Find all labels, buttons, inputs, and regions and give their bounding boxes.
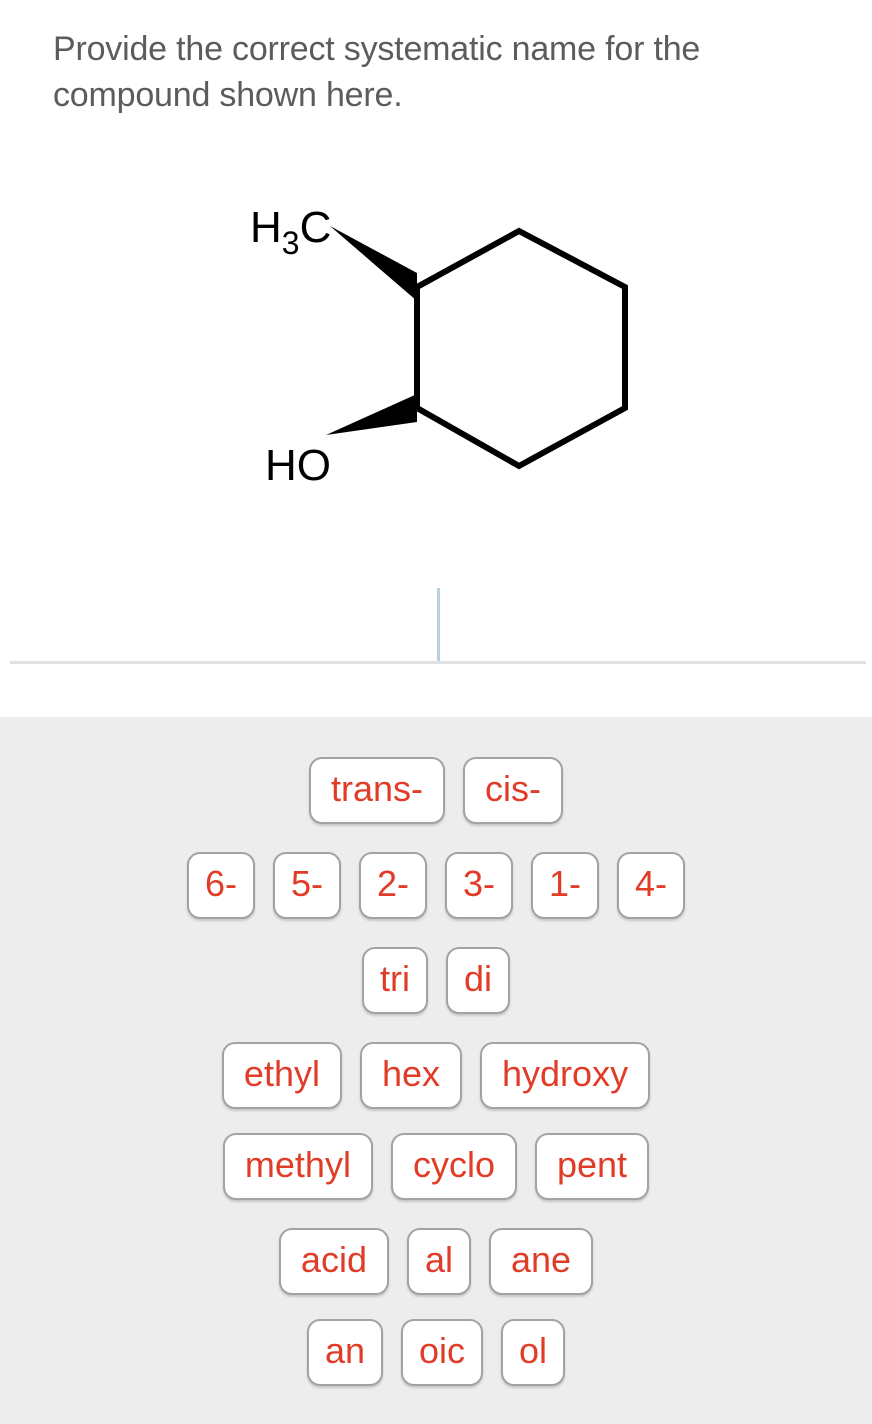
- structure-diagram: H3C HO: [250, 203, 628, 490]
- tile-ane[interactable]: ane: [489, 1228, 594, 1295]
- methyl-subscript: 3: [282, 225, 300, 261]
- tile-di[interactable]: di: [445, 947, 511, 1014]
- tile-locant-3[interactable]: 3-: [445, 852, 514, 919]
- tile-acid[interactable]: acid: [278, 1228, 389, 1295]
- answer-input-area[interactable]: [0, 560, 872, 680]
- tile-trans[interactable]: trans-: [308, 757, 446, 824]
- tile-ethyl[interactable]: ethyl: [221, 1042, 342, 1109]
- methyl-wedge-bond: [330, 226, 417, 301]
- page-title: Provide the correct systematic name for …: [53, 30, 701, 114]
- tile-al[interactable]: al: [406, 1228, 471, 1295]
- tile-row-locants: 6- 5- 2- 3- 1- 4-: [0, 852, 872, 919]
- tile-row-multipliers: tri di: [0, 947, 872, 1014]
- tile-ol[interactable]: ol: [501, 1319, 566, 1386]
- tile-an[interactable]: an: [306, 1319, 383, 1386]
- tile-row-suffixes-a: acid al ane: [0, 1228, 872, 1295]
- tile-cyclo[interactable]: cyclo: [390, 1133, 517, 1200]
- tile-methyl[interactable]: methyl: [222, 1133, 373, 1200]
- tile-locant-1[interactable]: 1-: [531, 852, 600, 919]
- text-caret: [437, 588, 440, 663]
- tile-tri[interactable]: tri: [361, 947, 428, 1014]
- question-panel: Provide the correct systematic name for …: [0, 0, 872, 717]
- tile-oic[interactable]: oic: [400, 1319, 484, 1386]
- methyl-C: C: [300, 203, 332, 252]
- tile-locant-6[interactable]: 6-: [186, 852, 255, 919]
- tile-locant-5[interactable]: 5-: [272, 852, 341, 919]
- compound-structure-figure: H3C HO: [0, 170, 872, 530]
- tile-hydroxy[interactable]: hydroxy: [480, 1042, 651, 1109]
- tile-pent[interactable]: pent: [534, 1133, 650, 1200]
- cyclohexane-ring: [414, 227, 628, 470]
- hydroxyl-wedge-bond: [326, 394, 417, 435]
- tile-locant-4[interactable]: 4-: [617, 852, 686, 919]
- tile-hex[interactable]: hex: [359, 1042, 463, 1109]
- tile-row-stereo: trans- cis-: [0, 757, 872, 824]
- tile-locant-2[interactable]: 2-: [358, 852, 427, 919]
- tile-cis[interactable]: cis-: [463, 757, 564, 824]
- answer-input-underline: [10, 661, 866, 664]
- methyl-group-label: H3C: [250, 203, 331, 261]
- answer-tile-tray: trans- cis- 6- 5- 2- 3- 1- 4- tri di eth…: [0, 717, 872, 1424]
- tile-row-substituents-b: methyl cyclo pent: [0, 1133, 872, 1200]
- tile-row-suffixes-b: an oic ol: [0, 1319, 872, 1386]
- methyl-H: H: [250, 203, 282, 252]
- tile-row-substituents-a: ethyl hex hydroxy: [0, 1042, 872, 1109]
- hydroxyl-group-label: HO: [265, 441, 331, 490]
